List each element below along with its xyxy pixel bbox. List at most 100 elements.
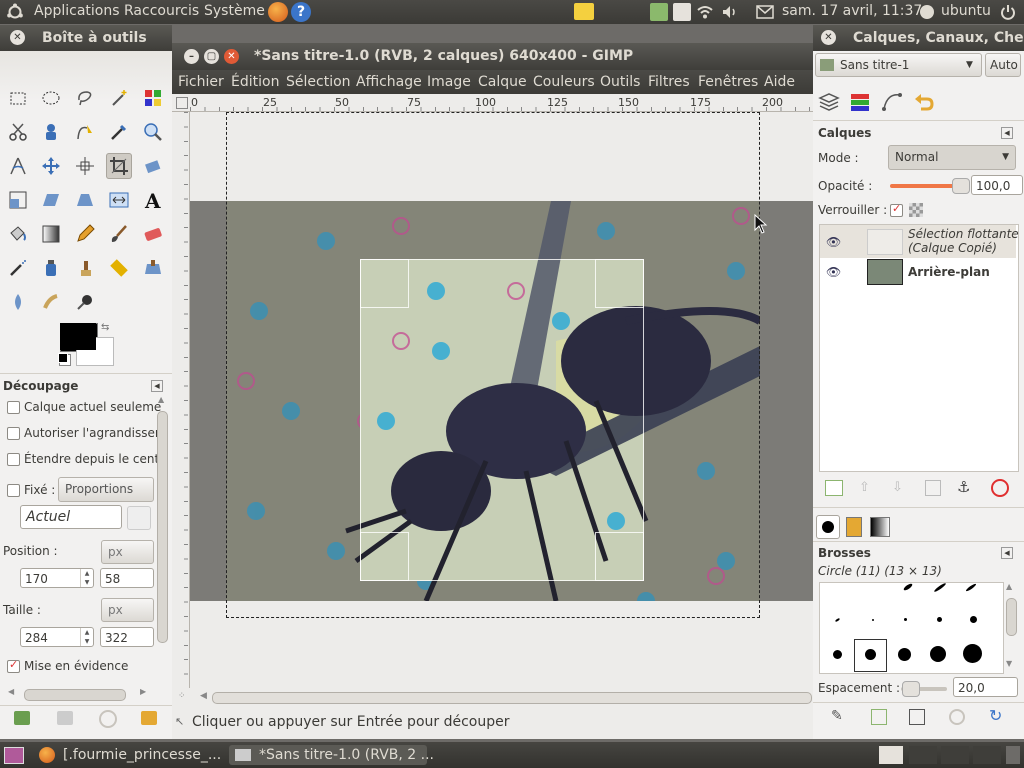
position-x-input[interactable]: 170 ▲ ▼ xyxy=(20,568,94,588)
maximize-icon[interactable]: ▢ xyxy=(204,49,219,64)
ubuntu-logo-icon[interactable] xyxy=(6,3,24,21)
user-menu[interactable]: ubuntu xyxy=(941,3,991,19)
duplicate-layer-icon[interactable] xyxy=(925,480,941,496)
auto-button[interactable]: Auto xyxy=(985,53,1021,77)
blur-icon[interactable] xyxy=(5,289,31,315)
navigate-icon[interactable]: ⁘ xyxy=(178,691,186,701)
align-icon[interactable] xyxy=(72,153,98,179)
layers-tab-icon[interactable] xyxy=(818,91,840,113)
scroll-up-icon[interactable]: ▲ xyxy=(1006,582,1012,591)
configure-tab-icon[interactable]: ◀ xyxy=(1001,127,1013,139)
fuzzy-select-icon[interactable] xyxy=(106,85,132,111)
lock-alpha-icon[interactable] xyxy=(909,203,923,217)
reset-colors-icon[interactable] xyxy=(58,353,68,363)
crop-icon[interactable] xyxy=(106,153,132,179)
smudge-icon[interactable] xyxy=(38,289,64,315)
clock[interactable]: sam. 17 avril, 11:37 xyxy=(782,3,922,19)
quickmask-corner-icon[interactable] xyxy=(176,97,188,109)
paths-tab-icon[interactable] xyxy=(881,91,903,113)
lasso-icon[interactable] xyxy=(72,85,98,111)
perspective-icon[interactable] xyxy=(72,187,98,213)
close-icon[interactable]: ✕ xyxy=(10,30,25,45)
canvas-hscrollbar[interactable]: ⁘ ◀ xyxy=(172,690,813,706)
task-item-gimp[interactable]: *Sans titre-1.0 (RVB, 2 ... xyxy=(229,745,434,765)
menu-edit[interactable]: Édition xyxy=(231,74,279,90)
gradients-tab-icon[interactable] xyxy=(870,517,890,537)
reset-options-icon[interactable] xyxy=(141,711,157,725)
rotate-icon[interactable] xyxy=(140,153,166,179)
foreground-color-swatch[interactable] xyxy=(60,323,96,350)
brush-item[interactable] xyxy=(904,618,907,621)
delete-options-icon[interactable] xyxy=(99,710,117,728)
volume-icon[interactable] xyxy=(721,3,739,25)
scroll-right-icon[interactable]: ▶ xyxy=(140,687,146,696)
brush-vscrollbar[interactable]: ▲ ▼ xyxy=(1005,582,1017,672)
toolbox-titlebar[interactable]: ✕ Boîte à outils xyxy=(0,25,172,51)
applications-menu[interactable]: Applications xyxy=(34,3,120,19)
visibility-eye-icon[interactable]: 👁 xyxy=(826,265,841,279)
image-titlebar[interactable]: – ▢ ✕ *Sans titre-1.0 (RVB, 2 calques) 6… xyxy=(172,43,813,71)
highlight-checkbox[interactable] xyxy=(7,658,20,673)
channels-tab-icon[interactable] xyxy=(849,91,871,113)
software-icon[interactable] xyxy=(673,3,691,21)
brush-item[interactable] xyxy=(937,617,942,622)
size-h-input[interactable]: 322 xyxy=(100,627,154,647)
brush-item-selected[interactable] xyxy=(865,649,876,660)
menu-filters[interactable]: Filtres xyxy=(648,74,690,90)
perspective-clone-icon[interactable] xyxy=(140,255,166,281)
undo-tab-icon[interactable] xyxy=(913,91,935,113)
restore-options-icon[interactable] xyxy=(57,711,73,725)
shortcuts-menu[interactable]: Raccourcis xyxy=(124,3,199,19)
menu-layer[interactable]: Calque xyxy=(478,74,527,90)
delete-layer-icon[interactable] xyxy=(991,479,1009,497)
patterns-tab-icon[interactable] xyxy=(846,517,862,537)
blend-icon[interactable] xyxy=(38,221,64,247)
spin-arrows-icon[interactable]: ▲ ▼ xyxy=(80,569,93,587)
scroll-up-icon[interactable]: ▲ xyxy=(158,395,164,404)
visibility-eye-icon[interactable]: 👁 xyxy=(826,235,841,249)
brush-item[interactable] xyxy=(933,583,947,593)
swap-colors-icon[interactable]: ⇆ xyxy=(101,322,109,333)
position-y-input[interactable]: 58 xyxy=(100,568,154,588)
paths-icon[interactable] xyxy=(72,119,98,145)
notes-icon[interactable] xyxy=(574,3,594,20)
fixed-lock-button[interactable] xyxy=(127,506,151,530)
menu-colors[interactable]: Couleurs xyxy=(533,74,595,90)
image-select[interactable]: Sans titre-1 ▼ xyxy=(815,53,982,77)
power-icon[interactable] xyxy=(999,3,1017,25)
options-hscrollbar[interactable]: ◀ ▶ xyxy=(8,687,158,701)
workspace-3[interactable] xyxy=(941,746,969,764)
size-w-input[interactable]: 284 ▲ ▼ xyxy=(20,627,94,647)
hscroll-thumb[interactable] xyxy=(24,689,126,701)
refresh-icon[interactable]: ↻ xyxy=(989,706,1002,725)
new-layer-icon[interactable] xyxy=(825,480,843,496)
brush-item[interactable] xyxy=(898,648,911,661)
measure-icon[interactable] xyxy=(5,153,31,179)
scroll-down-icon[interactable]: ▼ xyxy=(1006,659,1012,668)
task-item-image[interactable]: [.fourmie_princesse_... xyxy=(35,745,225,765)
eraser-icon[interactable] xyxy=(140,221,166,247)
layer-name[interactable]: Arrière-plan xyxy=(908,265,990,279)
current-layer-checkbox[interactable] xyxy=(7,401,20,414)
horizontal-ruler[interactable]: 0 25 50 75 100 125 150 175 200 xyxy=(172,95,813,112)
fixed-mode-select[interactable]: Proportions xyxy=(58,477,154,502)
opacity-input[interactable]: 100,0 xyxy=(971,175,1023,195)
save-options-icon[interactable] xyxy=(14,711,30,725)
spacing-slider-thumb[interactable] xyxy=(902,681,920,697)
wifi-icon[interactable] xyxy=(696,3,714,25)
position-unit-select[interactable]: px xyxy=(101,540,154,564)
heal-icon[interactable] xyxy=(106,255,132,281)
scroll-thumb[interactable] xyxy=(1006,598,1017,636)
hscroll-thumb[interactable] xyxy=(212,692,812,704)
layer-row-floating[interactable]: 👁 Sélection flottante (Calque Copié) xyxy=(820,225,1019,258)
move-icon[interactable] xyxy=(38,153,64,179)
brush-item[interactable] xyxy=(872,619,874,621)
menu-select[interactable]: Sélection xyxy=(286,74,351,90)
dock-titlebar[interactable]: ✕ Calques, Canaux, Che xyxy=(813,25,1024,51)
edit-brush-icon[interactable]: ✎ xyxy=(831,708,843,724)
rect-select-icon[interactable] xyxy=(5,85,31,111)
trash-icon[interactable] xyxy=(1006,746,1020,764)
brush-item[interactable] xyxy=(834,617,841,623)
anchor-icon[interactable]: ⚓ xyxy=(957,478,970,496)
menu-tools[interactable]: Outils xyxy=(600,74,640,90)
